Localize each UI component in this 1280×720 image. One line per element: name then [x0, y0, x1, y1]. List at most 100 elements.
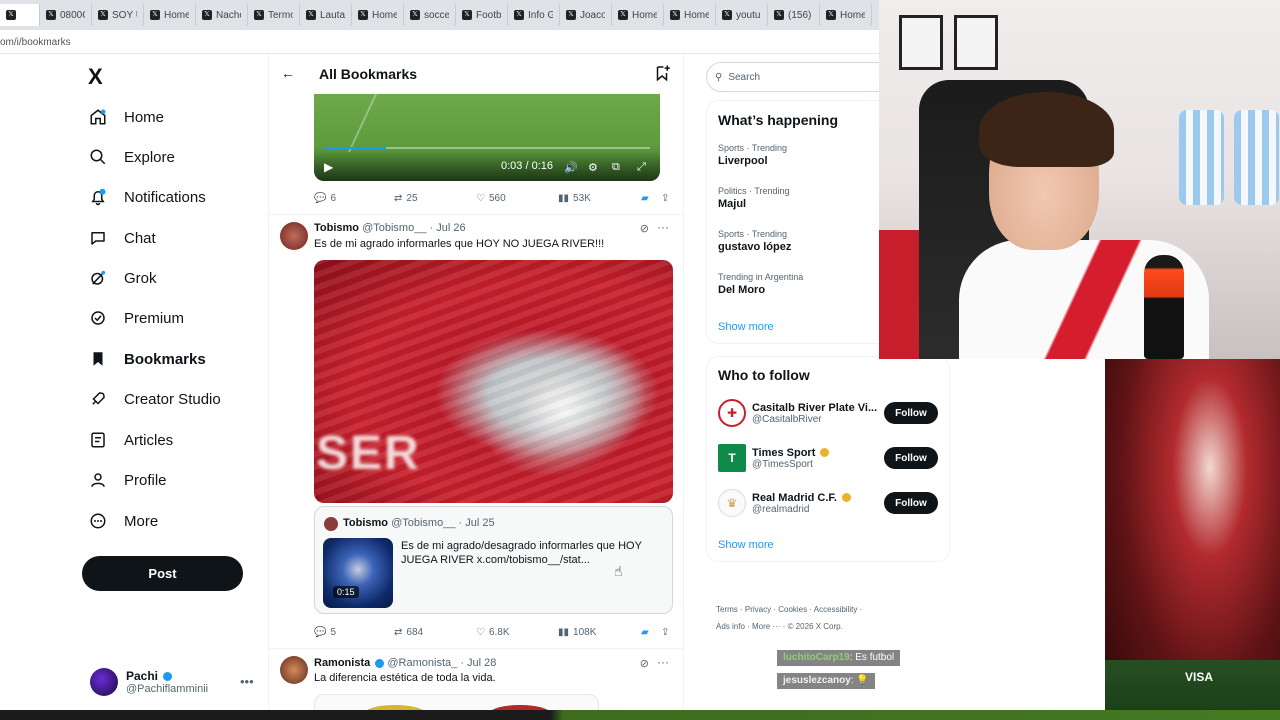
- video-controls-bg: [314, 151, 660, 181]
- quote-video-thumbnail[interactable]: 0:15: [323, 538, 393, 608]
- bookmark-filled-icon[interactable]: ▰: [641, 193, 649, 204]
- browser-tab[interactable]: 𝕏 Home: [612, 4, 664, 26]
- nav-label: Profile: [124, 471, 167, 489]
- author-name[interactable]: Ramonista: [314, 657, 370, 669]
- chat-message: jesuslezcanoy: 💡: [777, 673, 875, 689]
- nav-item-creator-studio[interactable]: Creator Studio: [88, 386, 221, 412]
- reply-button[interactable]: 💬 5: [314, 627, 336, 638]
- bookmark-filled-icon[interactable]: ▰: [641, 627, 649, 638]
- like-button[interactable]: ♡ 6.8K: [476, 627, 510, 638]
- chat-user: luchitoCarp19: [783, 652, 850, 663]
- browser-tab[interactable]: 𝕏 Joaco: [560, 4, 612, 26]
- search-input[interactable]: ⚲ Search: [706, 62, 906, 92]
- browser-tab[interactable]: 𝕏 (156): [768, 4, 820, 26]
- nav-item-premium[interactable]: Premium: [88, 305, 184, 331]
- nav-item-explore[interactable]: Explore: [88, 144, 175, 170]
- trend-item[interactable]: Trending in Argentina Del Moro: [718, 272, 803, 296]
- back-arrow-icon[interactable]: ←: [281, 65, 295, 81]
- tweet-date[interactable]: · Jul 26: [430, 222, 466, 234]
- more-icon[interactable]: ···: [657, 220, 669, 234]
- browser-tab[interactable]: 𝕏 Termon: [248, 4, 300, 26]
- follow-suggestion[interactable]: ♛ Real Madrid C.F. @realmadrid Follow: [718, 489, 938, 517]
- trend-item[interactable]: Sports · Trending gustavo lópez: [718, 229, 791, 253]
- like-button[interactable]: ♡ 560: [476, 193, 506, 204]
- trend-item[interactable]: Sports · Trending Liverpool: [718, 143, 787, 167]
- nav-item-notifications[interactable]: Notifications: [88, 184, 206, 210]
- browser-tab[interactable]: 𝕏youtub: [716, 4, 768, 26]
- browser-tab[interactable]: 𝕏 Nacho: [196, 4, 248, 26]
- browser-tab[interactable]: 𝕏 SOY UN: [92, 4, 144, 26]
- bookmarks-timeline[interactable]: ← All Bookmarks ▶ 0:03 / 0:16 🔊 ⚙ ⧉ ⤢ 💬 6…: [268, 54, 684, 720]
- nav-item-profile[interactable]: Profile: [88, 467, 167, 493]
- heart-icon: ♡: [476, 192, 485, 204]
- follow-button[interactable]: Follow: [884, 492, 938, 514]
- browser-tab[interactable]: 𝕏soccer: [404, 4, 456, 26]
- tweet-image[interactable]: SER: [314, 260, 673, 503]
- nav-item-grok[interactable]: Grok: [88, 265, 157, 291]
- more-icon[interactable]: ···: [657, 655, 669, 669]
- trend-item[interactable]: Politics · Trending Majul: [718, 186, 790, 210]
- follow-suggestion[interactable]: ✚ Casitalb River Plate Vi... @CasitalbRiv…: [718, 399, 938, 427]
- footer-links[interactable]: Ads info · More ··· · © 2026 X Corp.: [716, 622, 843, 631]
- author-handle[interactable]: @Ramonista_: [387, 657, 457, 669]
- grok-icon[interactable]: ⊘: [640, 222, 649, 235]
- nav-item-more[interactable]: More: [88, 508, 158, 534]
- browser-tab[interactable]: 𝕏 Info Ge: [508, 4, 560, 26]
- settings-icon[interactable]: ⚙: [588, 161, 598, 174]
- wall-frame: [899, 15, 943, 70]
- fullscreen-icon[interactable]: ⤢: [637, 161, 646, 174]
- share-icon[interactable]: ⇪: [661, 627, 669, 638]
- post-button[interactable]: Post: [82, 556, 243, 591]
- account-switcher[interactable]: Pachi @Pachiflamminii •••: [90, 668, 254, 696]
- webcam-overlay: [879, 0, 1280, 359]
- quoted-tweet[interactable]: Tobismo @Tobismo__ · Jul 25 0:15 Es de m…: [314, 506, 673, 614]
- nav-item-home[interactable]: Home: [88, 104, 164, 130]
- tab-label: Home: [164, 9, 189, 21]
- nav-item-chat[interactable]: Chat: [88, 225, 156, 251]
- browser-tab[interactable]: 𝕏 Home: [664, 4, 716, 26]
- follow-button[interactable]: Follow: [884, 402, 938, 424]
- browser-tab[interactable]: 𝕏 Footbal: [456, 4, 508, 26]
- volume-icon[interactable]: 🔊: [564, 161, 578, 174]
- reply-icon: 💬: [314, 192, 327, 204]
- avatar[interactable]: [280, 222, 308, 250]
- tab-favicon-icon: 𝕏: [566, 10, 576, 20]
- author-handle[interactable]: @Tobismo__: [362, 222, 426, 234]
- views-button[interactable]: ▮▮ 108K: [558, 627, 596, 638]
- share-icon[interactable]: ⇪: [661, 193, 669, 204]
- more-dots-icon[interactable]: •••: [240, 674, 254, 689]
- tweet-actions: 💬 5 ⇄ 684 ♡ 6.8K ▮▮ 108K ▰ ⇪: [314, 624, 674, 640]
- follow-suggestion[interactable]: T Times Sport @TimesSport Follow: [718, 444, 938, 472]
- address-bar[interactable]: om/i/bookmarks: [0, 30, 880, 54]
- repost-button[interactable]: ⇄ 25: [394, 193, 418, 204]
- author-name[interactable]: Tobismo: [314, 222, 359, 234]
- nav-item-bookmarks[interactable]: Bookmarks: [88, 346, 206, 372]
- pip-icon[interactable]: ⧉: [612, 161, 620, 174]
- show-more-link[interactable]: Show more: [718, 539, 774, 551]
- bookmark-add-icon[interactable]: [653, 64, 671, 87]
- play-icon[interactable]: ▶: [324, 160, 333, 174]
- video-progress-bar[interactable]: [324, 147, 650, 149]
- video-player[interactable]: ▶ 0:03 / 0:16 🔊 ⚙ ⧉ ⤢: [314, 92, 660, 181]
- browser-tab[interactable]: 𝕏 Lautaro: [300, 4, 352, 26]
- grok-icon[interactable]: ⊘: [640, 657, 649, 670]
- footer-links[interactable]: Terms · Privacy · Cookies · Accessibilit…: [716, 605, 862, 614]
- x-logo[interactable]: X: [88, 64, 103, 90]
- browser-tab[interactable]: 𝕏 0800Cl: [40, 4, 92, 26]
- left-nav: X Home Explore Notifications Chat Grok P…: [0, 54, 268, 720]
- repost-button[interactable]: ⇄ 684: [394, 627, 423, 638]
- nav-label: Notifications: [124, 188, 206, 206]
- browser-tab[interactable]: 𝕏 Home: [352, 4, 404, 26]
- tab-favicon-icon: 𝕏: [826, 10, 836, 20]
- browser-tab[interactable]: 𝕏 Home: [820, 4, 872, 26]
- nav-item-articles[interactable]: Articles: [88, 427, 173, 453]
- browser-tab[interactable]: 𝕏: [0, 4, 40, 26]
- avatar[interactable]: [280, 656, 308, 684]
- follow-button[interactable]: Follow: [884, 447, 938, 469]
- show-more-link[interactable]: Show more: [718, 321, 774, 333]
- reply-button[interactable]: 💬 6: [314, 193, 336, 204]
- views-button[interactable]: ▮▮ 53K: [558, 193, 591, 204]
- tab-favicon-icon: 𝕏: [774, 10, 784, 20]
- browser-tab[interactable]: 𝕏 Home: [144, 4, 196, 26]
- tweet-date[interactable]: · Jul 28: [460, 657, 496, 669]
